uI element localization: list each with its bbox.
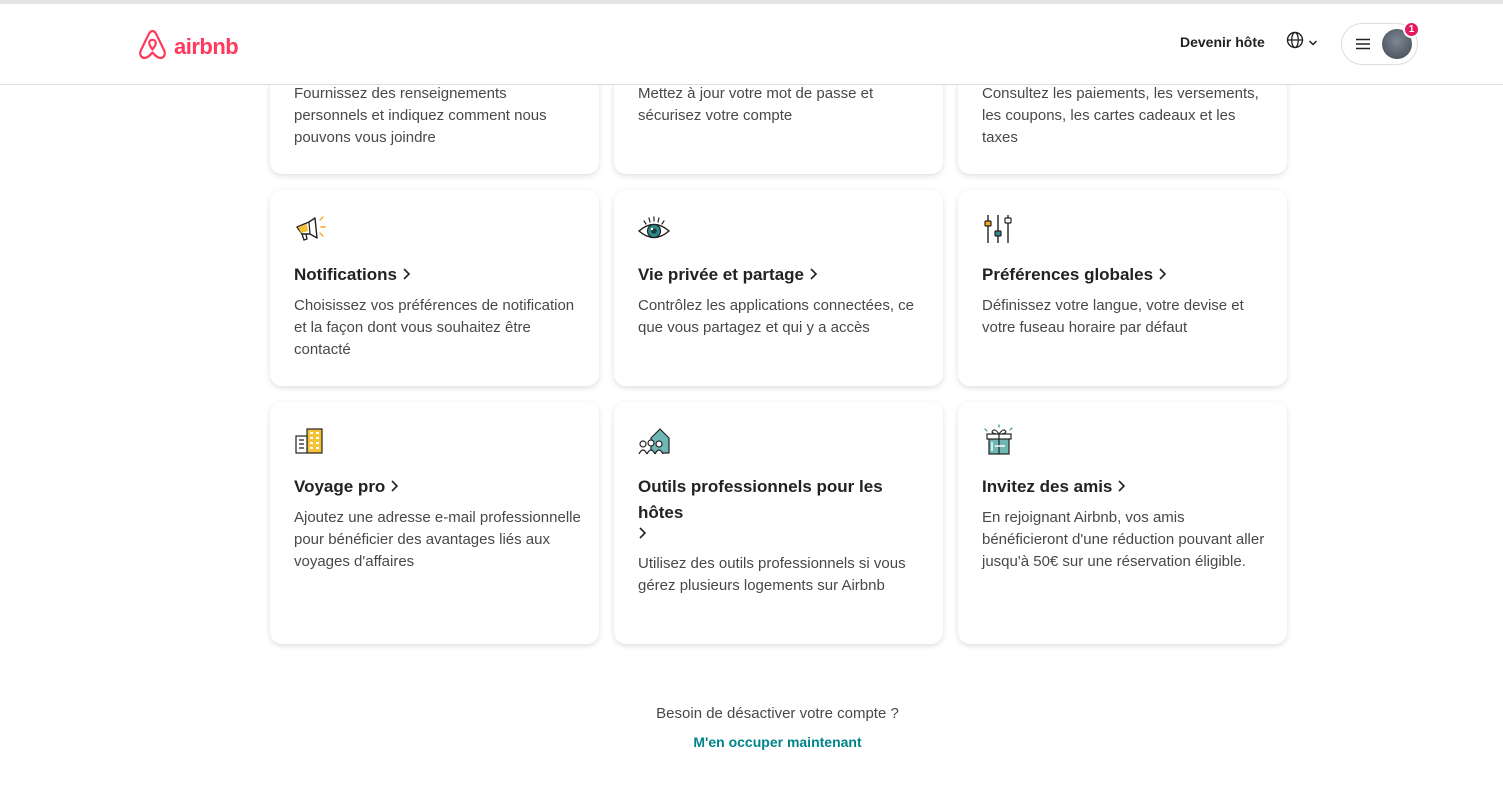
card-title-row: Vie privée et partage	[638, 262, 918, 289]
card-title-row: Outils professionnels pour les hôtes	[638, 474, 908, 526]
deactivate-question: Besoin de désactiver votre compte ?	[656, 705, 899, 722]
card-title-row: Invitez des amis	[982, 474, 1262, 501]
houses-icon	[637, 424, 671, 458]
sliders-icon	[981, 212, 1015, 246]
chevron-down-icon	[1308, 34, 1318, 52]
language-button[interactable]	[1286, 31, 1318, 54]
chevron-right-icon	[809, 263, 818, 289]
card-description: Ajoutez une adresse e-mail professionnel…	[294, 509, 581, 570]
notification-badge: 1	[1403, 21, 1420, 38]
card-title: Outils professionnels pour les hôtes	[638, 477, 883, 522]
card-privacy-sharing[interactable]: Vie privée et partage Contrôlez les appl…	[614, 190, 943, 386]
card-description: Définissez votre langue, votre devise et…	[982, 297, 1244, 336]
card-title-row: Notifications	[294, 262, 574, 289]
megaphone-icon	[293, 212, 327, 246]
airbnb-belo-icon	[137, 28, 168, 66]
card-description: Contrôlez les applications connectées, c…	[638, 297, 914, 336]
gift-icon	[981, 424, 1015, 458]
card-title-row: Préférences globales	[982, 262, 1262, 289]
card-notifications[interactable]: Notifications Choisissez vos préférences…	[270, 190, 599, 386]
card-title: Vie privée et partage	[638, 265, 804, 284]
card-description: Mettez à jour votre mot de passe et sécu…	[638, 85, 874, 124]
card-description: Consultez les paiements, les versements,…	[982, 85, 1259, 146]
card-title: Invitez des amis	[982, 477, 1113, 496]
chevron-right-icon	[638, 526, 647, 545]
airbnb-logo[interactable]: airbnb	[137, 28, 239, 66]
card-business-travel[interactable]: Voyage pro Ajoutez une adresse e-mail pr…	[270, 402, 599, 644]
card-description: Utilisez des outils professionnels si vo…	[638, 555, 906, 594]
card-description: Choisissez vos préférences de notificati…	[294, 297, 575, 358]
user-menu-button[interactable]: 1	[1341, 21, 1420, 65]
building-icon	[293, 424, 327, 458]
chevron-right-icon	[390, 475, 399, 501]
chevron-right-icon	[1158, 263, 1167, 289]
hamburger-menu-icon	[1355, 37, 1371, 56]
card-description: En rejoignant Airbnb, vos amis bénéficie…	[982, 509, 1265, 570]
card-title: Préférences globales	[982, 265, 1154, 284]
chevron-right-icon	[1117, 475, 1126, 501]
top-header: airbnb Devenir hôte 1	[0, 4, 1503, 85]
account-settings-content: Fournissez des renseignements personnels…	[0, 0, 1503, 789]
globe-icon	[1286, 31, 1304, 54]
card-title: Voyage pro	[294, 477, 386, 496]
deactivate-account-link[interactable]: M'en occuper maintenant	[0, 734, 1503, 750]
card-global-preferences[interactable]: Préférences globales Définissez votre la…	[958, 190, 1287, 386]
card-title-row: Voyage pro	[294, 474, 574, 501]
card-host-tools[interactable]: Outils professionnels pour les hôtes Uti…	[614, 402, 943, 644]
card-title: Notifications	[294, 265, 397, 284]
eye-icon	[637, 212, 671, 246]
chevron-right-icon	[402, 263, 411, 289]
card-invite-friends[interactable]: Invitez des amis En rejoignant Airbnb, v…	[958, 402, 1287, 644]
brand-name: airbnb	[174, 34, 239, 59]
card-description: Fournissez des renseignements personnels…	[294, 85, 547, 146]
become-host-link[interactable]: Devenir hôte	[1170, 30, 1275, 54]
